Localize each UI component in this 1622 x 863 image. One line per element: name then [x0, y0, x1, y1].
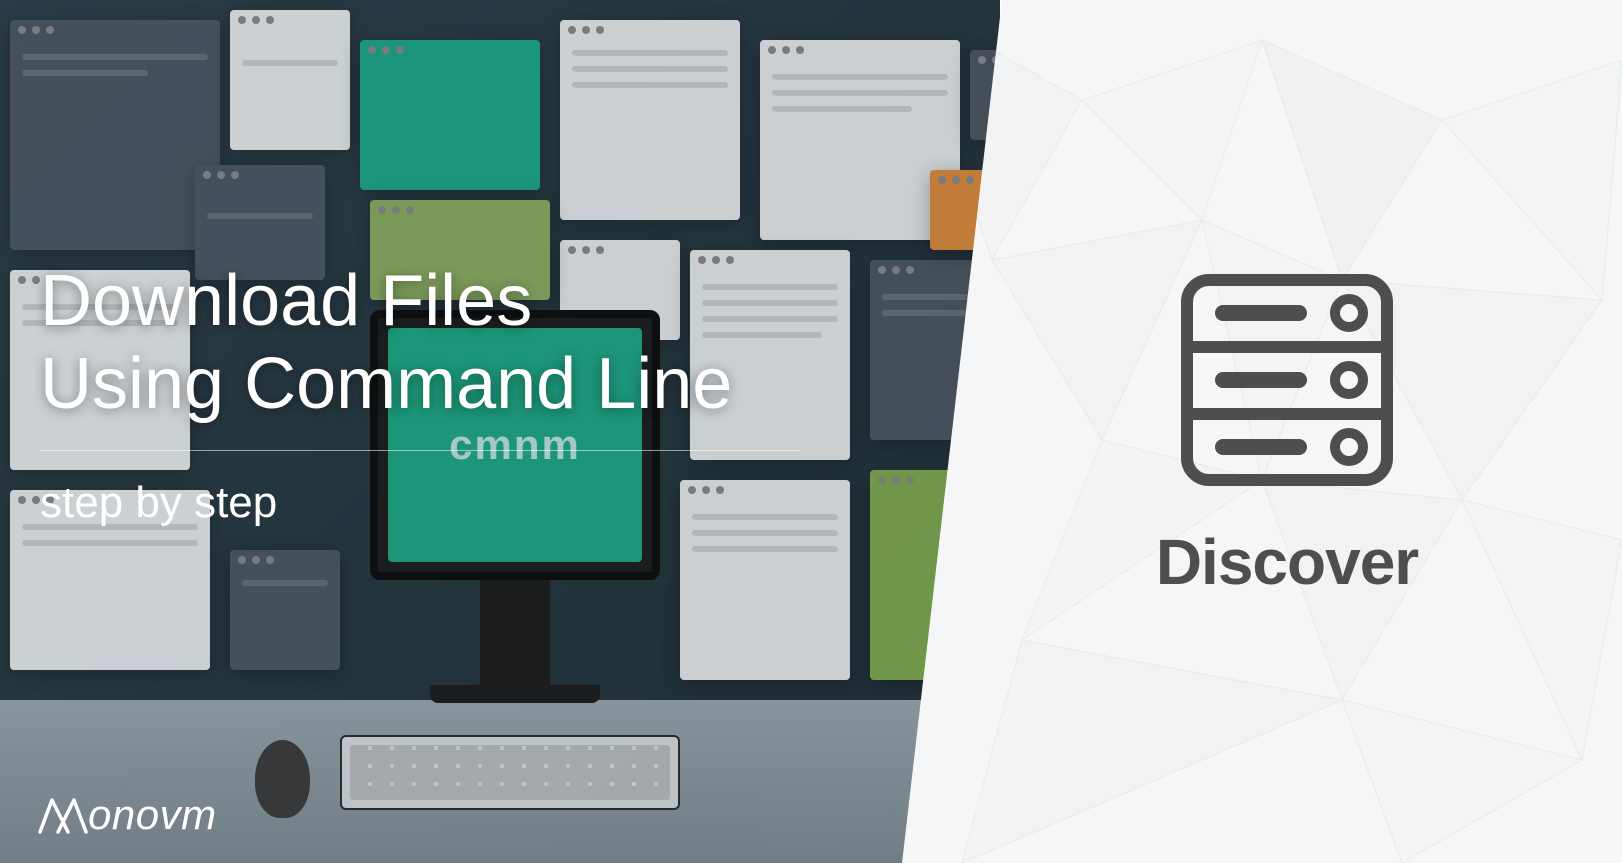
title-divider	[40, 450, 800, 451]
right-discover-panel: Discover	[902, 0, 1622, 863]
logo-text: onovm	[88, 791, 217, 839]
logo-mark-icon	[36, 792, 90, 838]
brand-logo: onovm	[36, 791, 217, 839]
server-icon	[1167, 265, 1407, 495]
left-illustration-panel: cmnm Download Files Using Command Line s…	[0, 0, 1000, 863]
banner-subtitle: step by step	[40, 478, 277, 528]
discover-label: Discover	[1156, 525, 1418, 599]
banner-title: Download Files Using Command Line	[40, 260, 732, 426]
promo-banner: cmnm Download Files Using Command Line s…	[0, 0, 1622, 863]
